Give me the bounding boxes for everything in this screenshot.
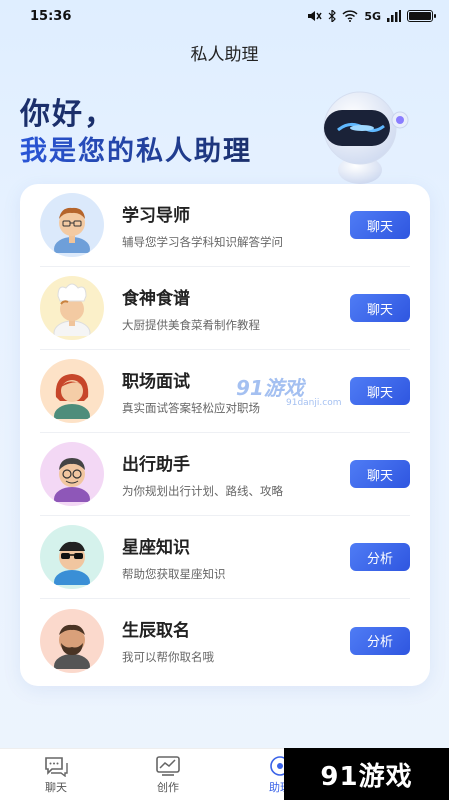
tab-label: 创作 <box>157 780 179 794</box>
battery-icon <box>407 10 436 22</box>
list-item[interactable]: 食神食谱 大厨提供美食菜肴制作教程 聊天 <box>40 267 410 350</box>
item-desc: 为你规划出行计划、路线、攻略 <box>122 483 283 498</box>
item-title: 食神食谱 <box>122 288 190 309</box>
hero-greeting: 你好， 我是您的私人助理 <box>20 96 252 170</box>
item-title: 学习导师 <box>122 205 190 226</box>
chat-button[interactable]: 聊天 <box>350 460 410 488</box>
list-item[interactable]: 生辰取名 我可以帮你取名哦 分析 <box>40 599 410 682</box>
bluetooth-icon <box>328 10 337 22</box>
item-desc: 帮助您获取星座知识 <box>122 566 226 581</box>
naming-avatar-icon <box>54 624 90 669</box>
chat-icon <box>45 756 68 777</box>
hero-line2: 我是您的私人助理 <box>20 134 252 170</box>
avatar <box>40 608 104 673</box>
chef-avatar-icon <box>53 283 91 336</box>
item-desc: 我可以帮你取名哦 <box>122 650 214 664</box>
network-label: 5G <box>364 9 381 23</box>
tab-label: 聊天 <box>45 780 67 794</box>
item-desc: 辅导您学习各学科知识解答学问 <box>122 234 283 249</box>
chat-button[interactable]: 聊天 <box>350 377 410 405</box>
item-title: 出行助手 <box>122 454 190 475</box>
item-desc: 大厨提供美食菜肴制作教程 <box>122 317 260 332</box>
mute-icon <box>308 11 322 21</box>
avatar <box>40 276 104 340</box>
wifi-icon <box>342 10 358 22</box>
robot-mascot-icon <box>323 91 409 184</box>
tab-chat[interactable]: 聊天 <box>0 749 112 800</box>
analyze-button[interactable]: 分析 <box>350 626 410 655</box>
avatar <box>40 193 104 257</box>
status-time: 15:36 <box>30 8 72 24</box>
chat-button[interactable]: 聊天 <box>350 211 410 239</box>
analyze-button[interactable]: 分析 <box>350 543 410 571</box>
page-title: 私人助理 <box>190 45 259 65</box>
avatar <box>40 525 104 589</box>
interviewer-avatar-icon <box>54 374 90 419</box>
travel-avatar-icon <box>54 458 90 502</box>
astrology-avatar-icon <box>54 541 90 585</box>
chat-button[interactable]: 聊天 <box>350 294 410 322</box>
tutor-avatar-icon <box>54 207 90 253</box>
status-bar: 15:36 5G <box>0 0 449 32</box>
watermark: 91游戏 <box>236 376 304 400</box>
status-icons: 5G <box>306 9 436 23</box>
item-title: 生辰取名 <box>122 621 190 641</box>
chart-icon <box>156 755 180 776</box>
assistant-list: 学习导师 辅导您学习各学科知识解答学问 聊天 食神食谱 大厨提供美食菜肴制作教程… <box>20 184 430 686</box>
list-item[interactable]: 学习导师 辅导您学习各学科知识解答学问 聊天 <box>40 184 410 267</box>
site-logo: 91游戏 <box>284 748 449 800</box>
watermark-url: 91danji.com <box>286 398 342 408</box>
list-item[interactable]: 星座知识 帮助您获取星座知识 分析 <box>40 516 410 599</box>
signal-icon <box>387 10 401 22</box>
avatar <box>40 442 104 506</box>
list-item[interactable]: 出行助手 为你规划出行计划、路线、攻略 聊天 <box>40 433 410 516</box>
item-title: 星座知识 <box>122 537 190 558</box>
hero-line1: 你好， <box>20 97 116 132</box>
avatar <box>40 359 104 423</box>
list-item[interactable]: 职场面试 真实面试答案轻松应对职场 聊天 <box>40 350 410 433</box>
tab-create[interactable]: 创作 <box>112 749 224 800</box>
